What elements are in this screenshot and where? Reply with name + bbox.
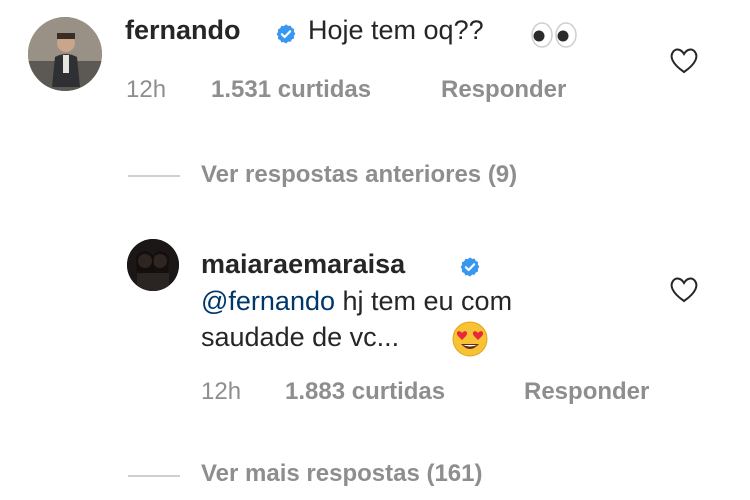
view-previous-replies-link[interactable]: Ver respostas anteriores (9)	[201, 161, 517, 189]
reply-username[interactable]: maiaraemaraisa	[201, 249, 405, 280]
reply-likes-count[interactable]: 1.883 curtidas	[285, 378, 445, 406]
eyes-emoji-icon	[530, 22, 578, 53]
comment-time: 12h	[126, 76, 167, 103]
mention-link[interactable]: @fernando	[201, 286, 335, 316]
reply-text-segment-2: saudade de vc...	[201, 322, 400, 352]
reply-text-line-1: @fernando hj tem eu com	[201, 286, 512, 317]
reply-text-segment: hj tem eu com	[335, 286, 513, 316]
like-heart-icon[interactable]	[669, 46, 699, 79]
avatar-fernando[interactable]	[28, 17, 102, 91]
comment-username[interactable]: fernando	[125, 15, 241, 46]
replies-divider	[128, 175, 180, 177]
likes-count[interactable]: 1.531 curtidas	[211, 76, 371, 104]
verified-badge-icon	[459, 256, 481, 283]
reply-text-line-2: saudade de vc...	[201, 322, 399, 353]
reply-time: 12h	[201, 378, 242, 405]
reply-button[interactable]: Responder	[441, 76, 566, 104]
verified-badge-icon	[275, 23, 297, 50]
heart-eyes-emoji-icon	[451, 320, 489, 363]
reply-respond-button[interactable]: Responder	[524, 378, 649, 406]
like-heart-icon[interactable]	[669, 275, 699, 308]
comment-text: Hoje tem oq??	[308, 15, 484, 45]
avatar-maiaraemaraisa[interactable]	[127, 239, 179, 291]
view-more-replies-link[interactable]: Ver mais respostas (161)	[201, 460, 483, 488]
replies-divider	[128, 475, 180, 477]
